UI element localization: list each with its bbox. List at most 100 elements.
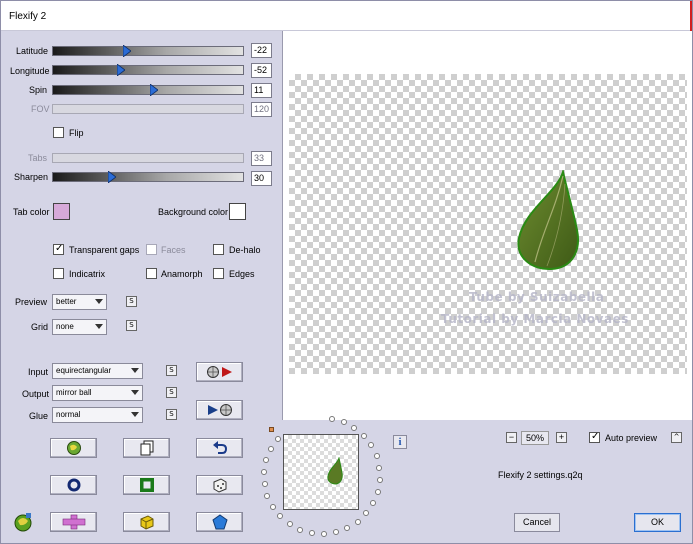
window-edge [690, 1, 692, 31]
cross-shape-button[interactable] [50, 512, 97, 532]
rotation-dial-dot[interactable] [363, 510, 370, 517]
preview-quality-select[interactable]: better [52, 294, 107, 310]
chevron-down-icon [131, 368, 139, 373]
rotation-dial-dot[interactable] [308, 530, 315, 537]
tab-color-label: Tab color [13, 207, 50, 217]
sharpen-slider[interactable] [52, 171, 244, 183]
spin-slider-thumb[interactable] [150, 84, 158, 96]
watermark-line-1: Tube by Suizabella [469, 290, 605, 304]
rotation-dial-dot[interactable] [297, 526, 304, 533]
tabs-label: Tabs [28, 153, 48, 163]
background-color-swatch[interactable] [229, 203, 246, 220]
settings-filename: Flexify 2 settings.q2q [498, 470, 583, 480]
preview-quality-label: Preview [15, 297, 48, 307]
latitude-value[interactable]: -22 [251, 43, 272, 58]
navigator-thumbnail[interactable] [283, 434, 359, 510]
info-button[interactable]: i [393, 435, 407, 449]
rotation-dial-dot[interactable] [368, 442, 375, 449]
random-globe-button[interactable] [50, 438, 97, 458]
longitude-value[interactable]: -52 [251, 63, 272, 78]
pentagon-icon [211, 514, 228, 530]
longitude-slider-thumb[interactable] [117, 64, 125, 76]
glue-lock-button[interactable]: S [166, 409, 177, 420]
preview-lock-button[interactable]: S [126, 296, 137, 307]
globe-icon [66, 441, 81, 455]
rotation-dial-dot[interactable] [261, 481, 268, 488]
rotation-dial-dot[interactable] [264, 492, 271, 499]
edges-checkbox[interactable] [213, 268, 224, 279]
check-mark-icon: ✓ [591, 431, 600, 442]
rotation-dial-dot[interactable] [261, 468, 268, 475]
indicatrix-checkbox[interactable] [53, 268, 64, 279]
grid-select[interactable]: none [52, 319, 107, 335]
output-to-input-button[interactable] [196, 400, 243, 420]
rotation-dial-dot[interactable] [374, 488, 381, 495]
collapse-button[interactable]: ^ [671, 432, 682, 443]
rotation-dial-dot[interactable] [274, 435, 281, 442]
auto-preview-checkbox[interactable]: ✓ [589, 431, 600, 443]
title-bar: Flexify 2 [1, 1, 692, 31]
anamorph-checkbox[interactable] [146, 268, 157, 279]
rotation-dial-dot[interactable] [286, 521, 293, 528]
glue-label: Glue [29, 411, 49, 421]
zoom-in-button[interactable]: + [556, 432, 567, 443]
rotation-dial-dot[interactable] [329, 415, 336, 422]
navigator-marker[interactable] [269, 427, 274, 432]
pentagon-shape-button[interactable] [196, 512, 243, 532]
ring-shape-button[interactable] [50, 475, 97, 495]
rotation-dial-dot[interactable] [344, 525, 351, 532]
frame-shape-button[interactable] [123, 475, 170, 495]
rotation-dial-dot[interactable] [370, 500, 377, 507]
rotation-dial-dot[interactable] [269, 503, 276, 510]
flip-checkbox[interactable] [53, 127, 64, 138]
de-halo-label: De-halo [229, 245, 261, 255]
tab-color-swatch[interactable] [53, 203, 70, 220]
input-lock-button[interactable]: S [166, 365, 177, 376]
faces-label: Faces [161, 245, 186, 255]
latitude-slider-thumb[interactable] [123, 45, 131, 57]
transparent-gaps-checkbox[interactable]: ✓ [53, 243, 64, 255]
latitude-slider[interactable] [52, 45, 244, 57]
spin-slider[interactable] [52, 84, 244, 96]
rotation-dial-dot[interactable] [376, 477, 383, 484]
rotation-dial-dot[interactable] [333, 529, 340, 536]
zoom-out-button[interactable]: − [506, 432, 517, 443]
grid-value: none [56, 322, 74, 331]
sharpen-slider-thumb[interactable] [108, 171, 116, 183]
randomize-button[interactable] [196, 475, 243, 495]
glue-select[interactable]: normal [52, 407, 143, 423]
output-lock-button[interactable]: S [166, 387, 177, 398]
output-projection-select[interactable]: mirror ball [52, 385, 143, 401]
cube-icon [140, 515, 153, 530]
fov-value: 120 [251, 102, 272, 117]
copy-button[interactable] [123, 438, 170, 458]
longitude-slider[interactable] [52, 64, 244, 76]
cube-shape-button[interactable] [123, 512, 170, 532]
rotation-dial-dot[interactable] [340, 419, 347, 426]
input-projection-select[interactable]: equirectangular [52, 363, 143, 379]
tabs-value: 33 [251, 151, 272, 166]
spin-value[interactable]: 11 [251, 83, 272, 98]
cancel-button[interactable]: Cancel [514, 513, 560, 532]
de-halo-checkbox[interactable] [213, 244, 224, 255]
undo-button[interactable] [196, 438, 243, 458]
output-label: Output [22, 389, 50, 399]
flexify-logo-icon [14, 513, 32, 532]
rotation-dial-dot[interactable] [360, 432, 367, 439]
rotation-dial-dot[interactable] [321, 530, 328, 537]
rotation-dial-dot[interactable] [277, 513, 284, 520]
rotation-dial-dot[interactable] [267, 445, 274, 452]
preview-canvas[interactable]: Tube by Suizabella Tutorial by Marcia No… [289, 74, 687, 374]
tabs-slider [52, 153, 244, 163]
rotation-dial-dot[interactable] [263, 457, 270, 463]
ok-button[interactable]: OK [634, 513, 681, 532]
rotation-dial-dot[interactable] [376, 464, 383, 471]
edges-label: Edges [229, 269, 255, 279]
rotation-dial-dot[interactable] [373, 453, 380, 460]
sharpen-value[interactable]: 30 [251, 171, 272, 186]
rotation-dial-dot[interactable] [351, 424, 358, 431]
rotation-dial-dot[interactable] [354, 518, 361, 525]
grid-lock-button[interactable]: S [126, 320, 137, 331]
input-to-output-button[interactable] [196, 362, 243, 382]
input-label: Input [28, 367, 49, 377]
